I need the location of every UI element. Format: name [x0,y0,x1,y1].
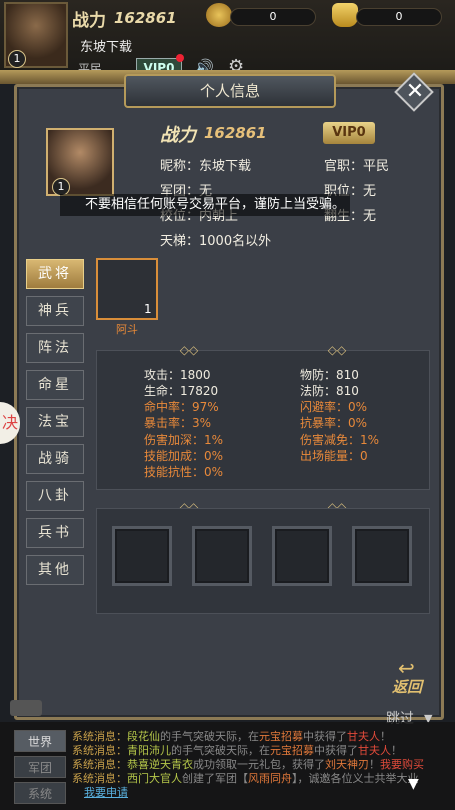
coin-counter: 0 [230,8,316,26]
stat-skill-bonus: 技能加成：0% [144,449,224,463]
tab-5[interactable]: 战骑 [26,444,84,474]
stat-damage-reduction: 伤害减免：1% [300,433,380,447]
ornament-icon: ◇◇ [327,343,347,357]
stat-physical-defense: 物防：810 [300,368,359,382]
stat-attack: 攻击：1800 [144,368,211,382]
equipment-slot[interactable] [112,526,172,586]
profile-power-label: 战力 [160,125,196,146]
tab-6[interactable]: 八卦 [26,481,84,511]
equipment-slot[interactable] [272,526,332,586]
stat-damage-increase: 伤害加深：1% [144,433,224,447]
stat-crit-rate: 暴击率：3% [144,416,212,430]
notification-dot [176,54,184,62]
chat-channel-2[interactable]: 系统 [14,782,66,804]
apply-link[interactable]: 我要申请 [84,784,455,800]
stat-skill-resistance: 技能抗性：0% [144,465,224,479]
chat-channel-1[interactable]: 军团 [14,756,66,778]
stat-hit-rate: 命中率：97% [144,400,219,414]
tab-7[interactable]: 兵书 [26,518,84,548]
ingot-counter: 0 [356,8,442,26]
profile-power-value: 162861 [204,124,267,142]
profile-vip-badge: VIP0 [323,122,375,144]
panel-title: 个人信息 [124,74,336,108]
hud-player-name: 东坡下载 [80,40,133,55]
stat-hp: 生命：17820 [144,384,219,398]
hero-name: 阿斗 [116,323,138,336]
back-label[interactable]: 返回 [392,676,422,697]
ingot-icon [332,3,358,27]
tab-8[interactable]: 其他 [26,555,84,585]
stat-anticrit-rate: 抗暴率：0% [300,416,368,430]
hud-power-label: 战力 [72,11,106,31]
hud-power-value: 162861 [114,9,177,27]
stat-dodge-rate: 闪避率：0% [300,400,368,414]
stat-entry-energy: 出场能量：0 [300,449,368,463]
equipment-slot[interactable] [192,526,252,586]
hero-count: 1 [144,302,152,316]
tab-2[interactable]: 阵法 [26,333,84,363]
coin-icon [206,3,232,27]
player-level-badge: 1 [8,50,26,68]
chat-channel-0[interactable]: 世界 [14,730,66,752]
ladder-rank: 天梯：1000名以外 [160,234,272,249]
tab-3[interactable]: 命星 [26,370,84,400]
close-icon[interactable]: ✕ [403,78,427,106]
official-rank: 官职：平民 [324,159,390,174]
ornament-icon: ◇◇ [179,343,199,357]
tab-0[interactable]: 武将 [26,259,84,289]
equipment-slot[interactable] [352,526,412,586]
chat-scroll-down-icon[interactable]: ▼ [408,776,419,792]
tab-1[interactable]: 神兵 [26,296,84,326]
stat-magic-defense: 法防：810 [300,384,359,398]
scam-warning-notice: 不要相信任何账号交易平台，谨防上当受骗。 [60,194,350,216]
tab-4[interactable]: 法宝 [26,407,84,437]
nickname: 昵称：东坡下载 [160,159,252,174]
chat-toggle[interactable] [10,700,42,716]
